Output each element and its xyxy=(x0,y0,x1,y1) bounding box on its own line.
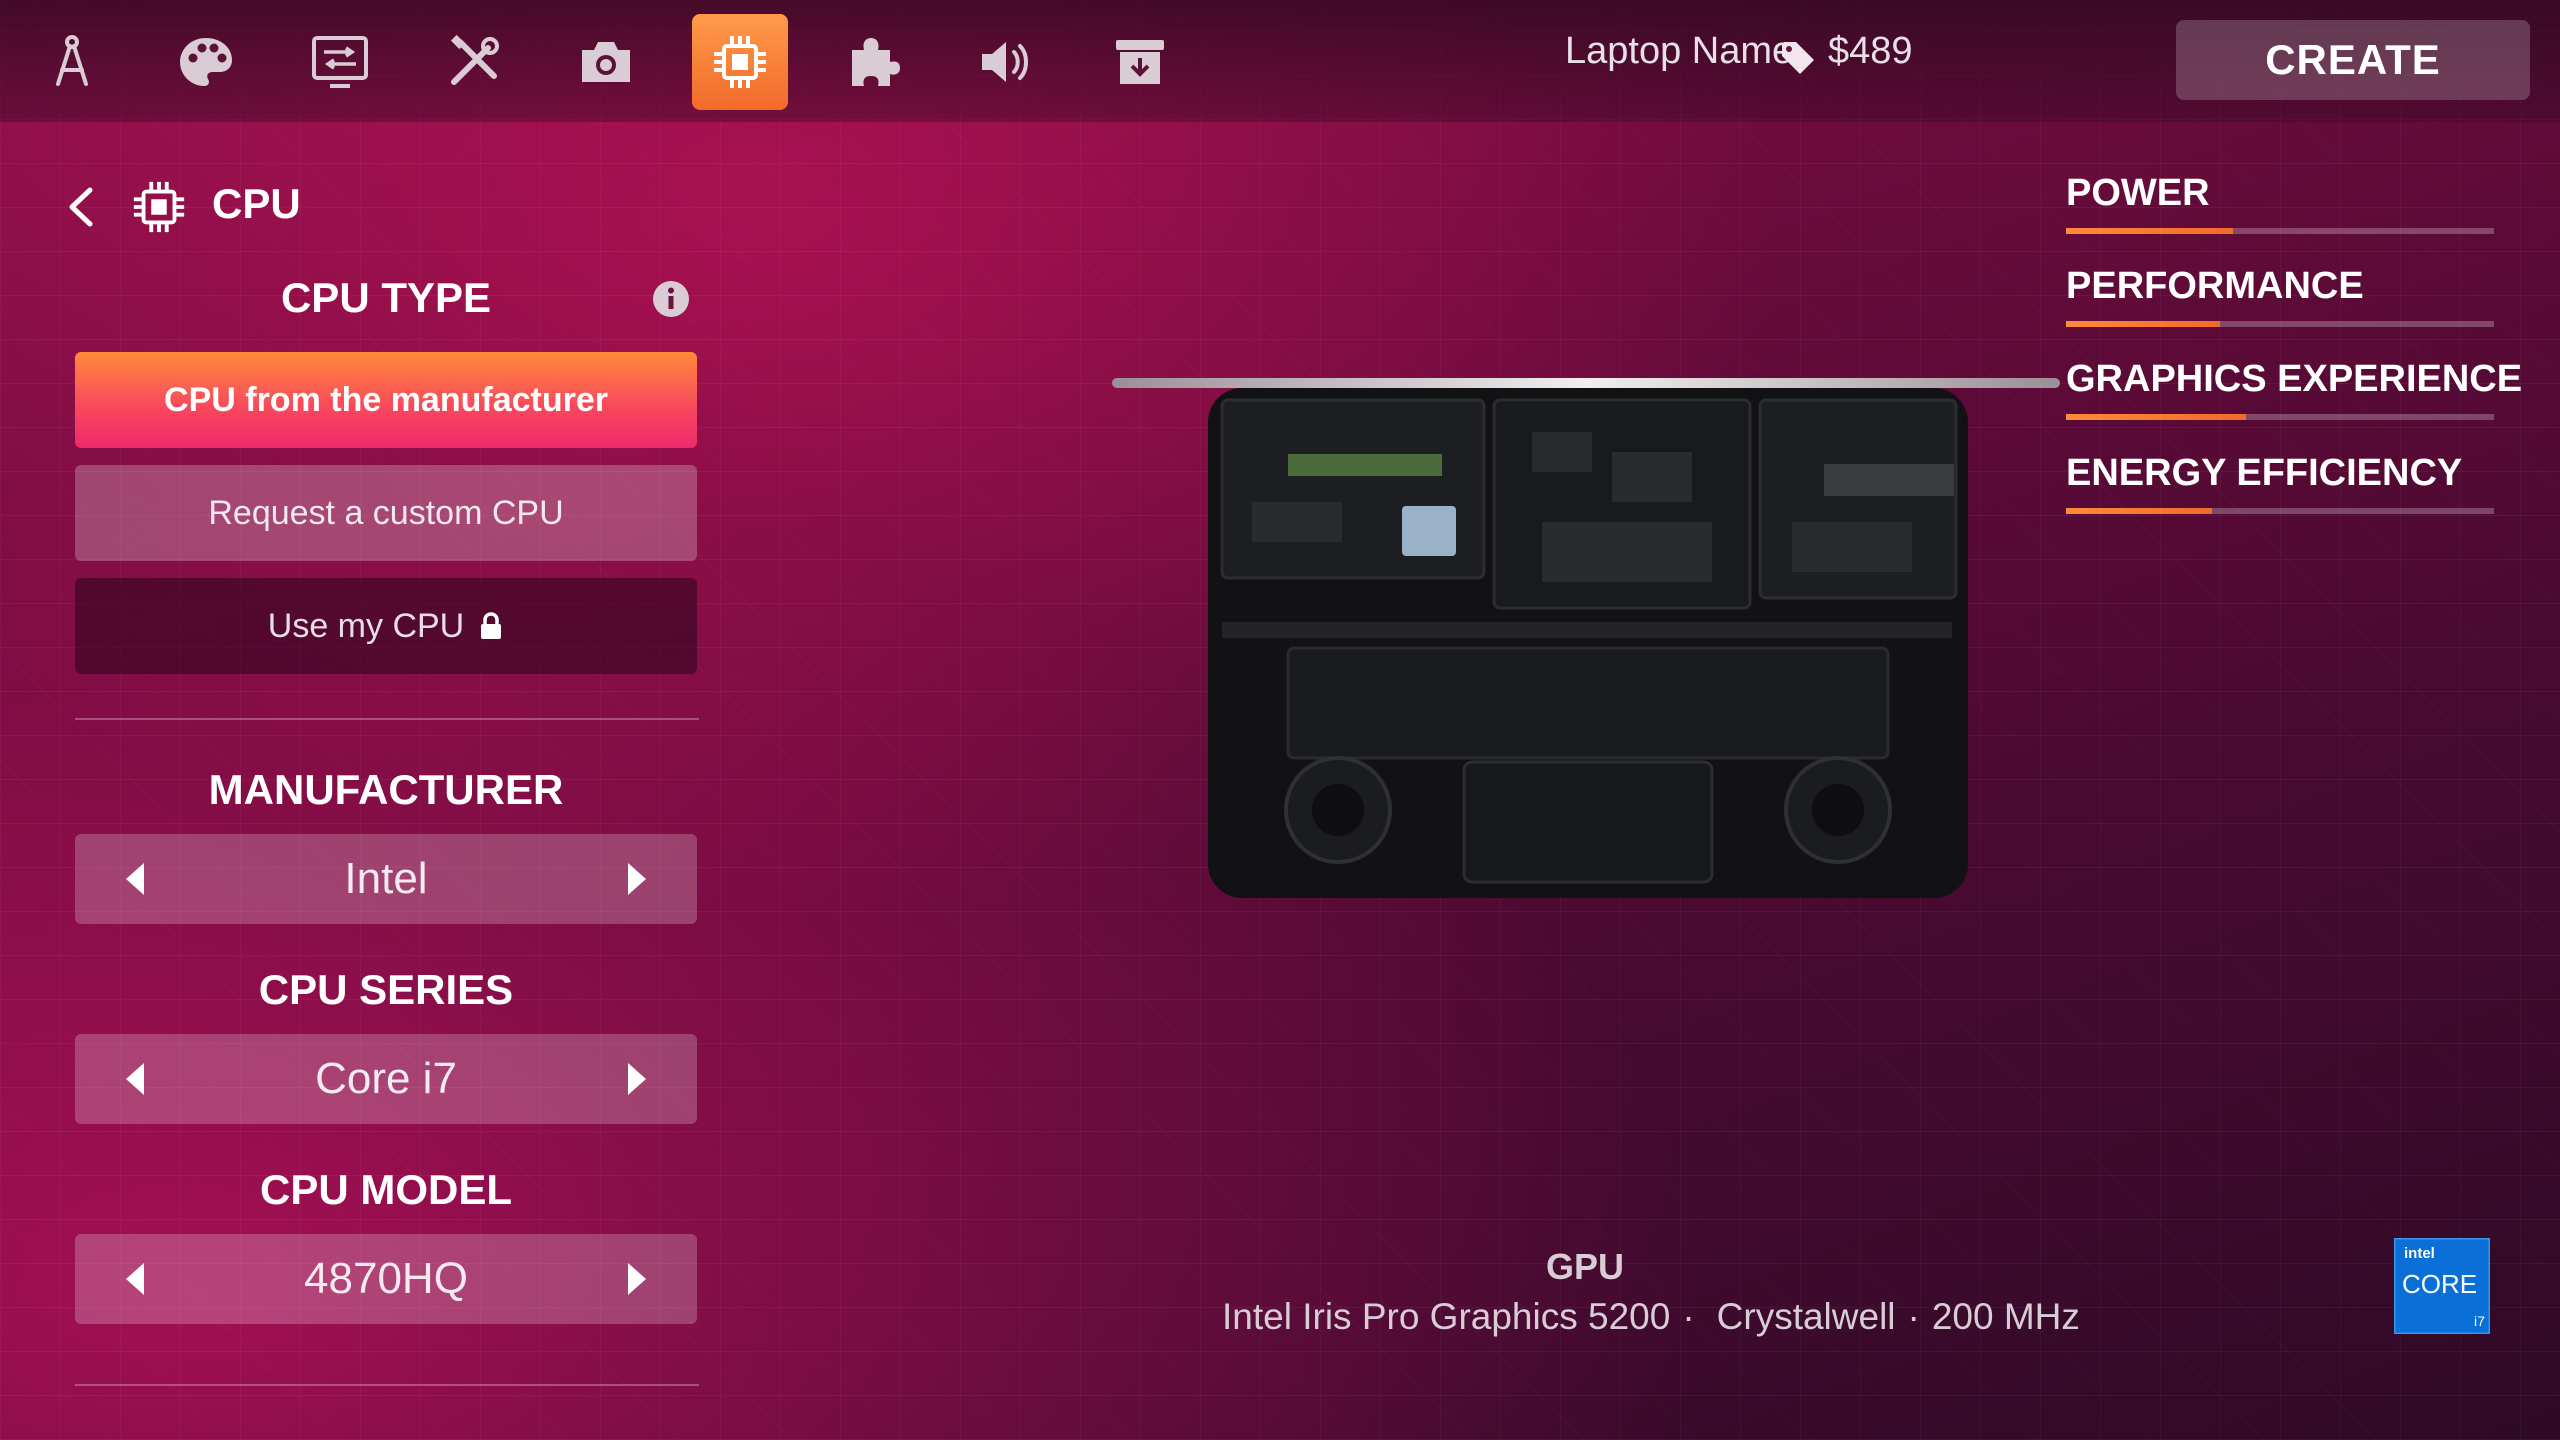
arrow-left-icon[interactable] xyxy=(120,860,150,898)
puzzle-icon xyxy=(852,38,900,86)
stat-graphics-bar xyxy=(2066,414,2494,420)
lock-icon xyxy=(481,612,502,639)
stat-power-label: POWER xyxy=(2066,172,2210,214)
tool-display-settings-button[interactable] xyxy=(292,14,388,110)
stat-performance-fill xyxy=(2066,321,2221,327)
section-divider xyxy=(75,1384,699,1386)
tool-palette-button[interactable] xyxy=(158,14,254,110)
tool-sound-button[interactable] xyxy=(958,14,1054,110)
stat-power-bar xyxy=(2066,228,2494,234)
section-divider xyxy=(75,718,699,720)
cpu-type-option-manufacturer[interactable]: CPU from the manufacturer xyxy=(75,352,697,448)
stat-performance-label: PERFORMANCE xyxy=(2066,265,2364,307)
package-icon xyxy=(1116,40,1164,84)
cpu-series-selector: Core i7 xyxy=(75,1034,697,1124)
arrow-left-icon[interactable] xyxy=(120,1060,150,1098)
create-button[interactable]: CREATE xyxy=(2176,20,2530,100)
option-label: Use my CPU xyxy=(267,606,465,645)
cpu-model-value: 4870HQ xyxy=(304,1254,468,1303)
info-icon[interactable] xyxy=(652,280,690,318)
gpu-cache: Crystalwell xyxy=(1716,1296,1896,1337)
tools-icon xyxy=(450,34,499,85)
stat-graphics-fill xyxy=(2066,414,2246,420)
separator: · xyxy=(1682,1296,1695,1337)
gpu-frequency: 200 MHz xyxy=(1931,1296,2080,1337)
cpu-type-heading: CPU TYPE xyxy=(280,274,492,321)
gpu-heading: GPU xyxy=(1545,1246,1624,1287)
tool-puzzle-button[interactable] xyxy=(826,14,922,110)
compass-icon xyxy=(56,35,88,86)
intel-core-badge: intel CORE i7 xyxy=(2394,1238,2490,1334)
laptop-price: $489 xyxy=(1828,30,1913,72)
laptop-interior-image xyxy=(1112,378,2060,898)
laptop-name-label[interactable]: Laptop Name xyxy=(1565,30,1793,73)
cpu-icon xyxy=(133,181,185,233)
manufacturer-value: Intel xyxy=(344,854,428,903)
price-tag-icon xyxy=(1782,42,1814,74)
cpu-type-option-my-cpu[interactable]: Use my CPU xyxy=(75,578,697,674)
display-settings-icon xyxy=(312,36,368,88)
stat-energy-fill xyxy=(2066,508,2212,514)
tool-package-button[interactable] xyxy=(1092,14,1188,110)
arrow-right-icon[interactable] xyxy=(622,1260,652,1298)
option-label: Request a custom CPU xyxy=(208,493,564,532)
arrow-right-icon[interactable] xyxy=(622,1060,652,1098)
manufacturer-selector: Intel xyxy=(75,834,697,924)
back-arrow-icon[interactable] xyxy=(62,184,102,230)
cpu-icon xyxy=(714,36,766,88)
gpu-info: Intel Iris Pro Graphics 5200 · Crystalwe… xyxy=(1212,1292,2080,1342)
tool-cpu-button[interactable] xyxy=(692,14,788,110)
stat-energy-label: ENERGY EFFICIENCY xyxy=(2066,452,2463,494)
camera-icon xyxy=(582,42,630,82)
badge-tier: i7 xyxy=(2474,1313,2485,1329)
speaker-icon xyxy=(982,42,1028,82)
tool-tools-button[interactable] xyxy=(426,14,522,110)
cpu-model-heading: CPU MODEL xyxy=(260,1166,512,1213)
stat-performance-bar xyxy=(2066,321,2494,327)
manufacturer-heading: MANUFACTURER xyxy=(208,766,564,813)
separator: · xyxy=(1907,1296,1920,1337)
stat-graphics-label: GRAPHICS EXPERIENCE xyxy=(2066,358,2523,400)
stat-power-fill xyxy=(2066,228,2233,234)
badge-brand: intel xyxy=(2404,1245,2435,1262)
page-title: CPU xyxy=(212,180,301,227)
cpu-series-heading: CPU SERIES xyxy=(258,966,514,1013)
top-toolbar: Laptop Name $489 CREATE xyxy=(0,0,2560,122)
tool-camera-button[interactable] xyxy=(558,14,654,110)
badge-line: CORE xyxy=(2402,1269,2477,1299)
cpu-model-selector: 4870HQ xyxy=(75,1234,697,1324)
arrow-right-icon[interactable] xyxy=(622,860,652,898)
option-label: CPU from the manufacturer xyxy=(164,380,608,419)
arrow-left-icon[interactable] xyxy=(120,1260,150,1298)
tool-compass-button[interactable] xyxy=(24,14,120,110)
cpu-series-value: Core i7 xyxy=(315,1054,457,1103)
gpu-name: Intel Iris Pro Graphics 5200 xyxy=(1222,1296,1671,1337)
palette-icon xyxy=(180,38,232,86)
cpu-type-option-custom[interactable]: Request a custom CPU xyxy=(75,465,697,561)
stat-energy-bar xyxy=(2066,508,2494,514)
